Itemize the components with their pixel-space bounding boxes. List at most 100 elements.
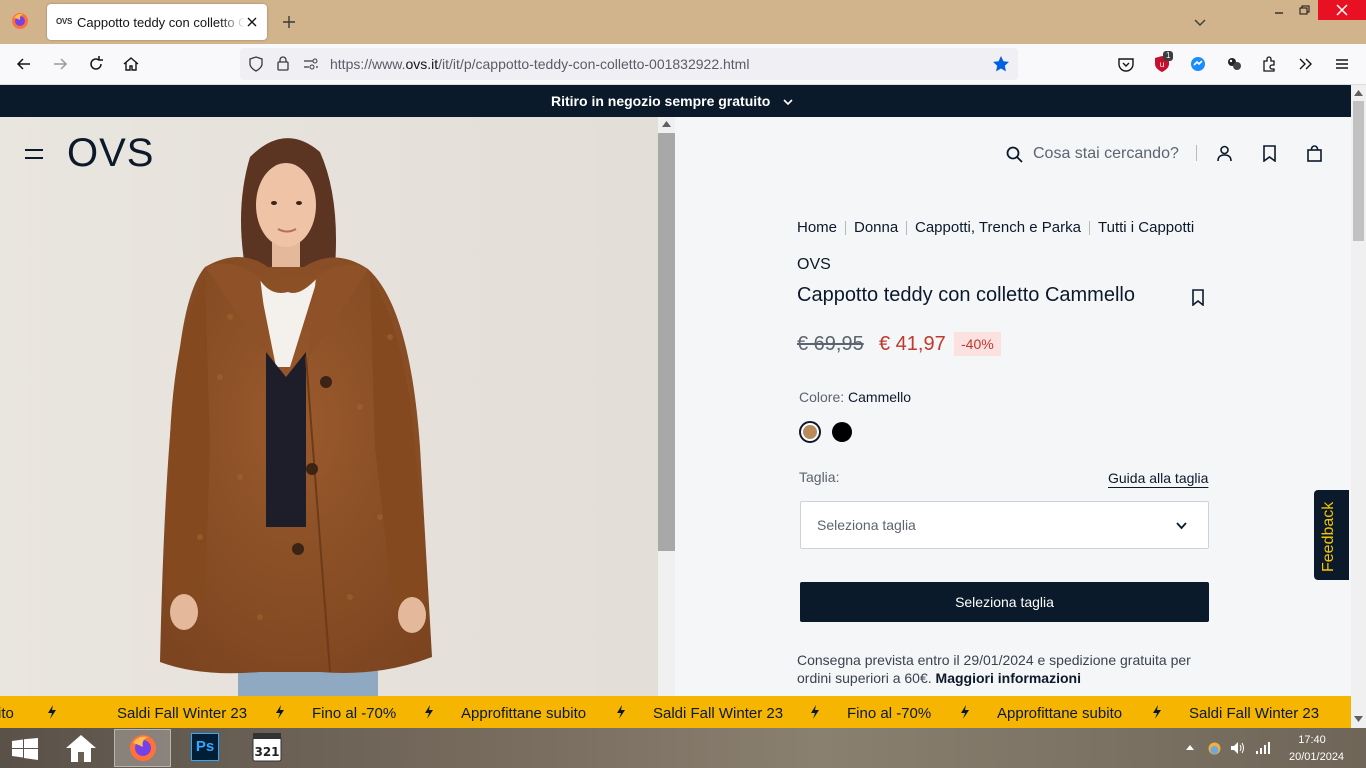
more-tools-chevrons-icon[interactable] [1296, 54, 1316, 74]
ticker-text: Fino al -70% [847, 705, 932, 722]
page-permissions-icon[interactable] [303, 57, 319, 71]
bookmark-star-icon[interactable] [992, 55, 1010, 73]
home-icon[interactable] [121, 54, 141, 74]
lightning-bolt-icon [811, 705, 819, 719]
tray-network-icon[interactable] [1255, 741, 1271, 755]
chevron-down-icon[interactable] [782, 96, 794, 108]
chevron-down-icon [1175, 519, 1188, 532]
ticker-text: ito [0, 705, 14, 722]
sale-ticker-bar[interactable]: ito Saldi Fall Winter 23 Fino al -70% Ap… [0, 696, 1351, 728]
add-to-wishlist-bookmark-icon[interactable] [1191, 289, 1205, 306]
windows-taskbar: Ps 321 17:40 20/01/2024 [0, 728, 1366, 768]
promo-bar[interactable]: Ritiro in negozio sempre gratuito [0, 85, 1351, 117]
ticker-text: Approfittane subito [997, 705, 1123, 722]
breadcrumb-tutti-i-cappotti[interactable]: Tutti i Cappotti [1098, 219, 1194, 236]
image-scrollbar[interactable] [658, 117, 675, 696]
window-restore-icon[interactable] [1296, 3, 1312, 17]
page-scrollbar-thumb[interactable] [1353, 101, 1364, 241]
lightning-bolt-icon [276, 705, 284, 719]
svg-text:u: u [1159, 60, 1164, 69]
breadcrumb-donna[interactable]: Donna [854, 219, 898, 236]
search-icon[interactable] [1006, 146, 1023, 163]
forward-arrow-icon[interactable] [50, 54, 70, 74]
ticker-text: Fino al -70% [312, 705, 397, 722]
taskbar-firefox-icon[interactable] [114, 729, 171, 767]
tab-title: Cappotto teddy con colletto Cammello [77, 15, 245, 30]
delivery-info: Consegna prevista entro il 29/01/2024 e … [797, 652, 1191, 686]
breadcrumb-separator [845, 221, 846, 235]
svg-text:321: 321 [254, 745, 279, 759]
taskbar-media-player-icon[interactable]: 321 [252, 732, 282, 762]
sale-price: € 41,97 [879, 333, 946, 355]
lightning-bolt-icon [48, 705, 56, 719]
lightning-bolt-icon [617, 705, 625, 719]
extensions-puzzle-icon[interactable] [1260, 54, 1280, 74]
wishlist-bookmark-icon[interactable] [1262, 145, 1277, 162]
home-folder-icon[interactable] [64, 732, 98, 764]
image-scrollbar-thumb[interactable] [658, 133, 675, 551]
tray-weather-icon[interactable] [1207, 741, 1222, 756]
lightning-bolt-icon [425, 705, 433, 719]
tray-show-hidden-icon[interactable] [1186, 744, 1194, 750]
size-label: Taglia: [799, 469, 840, 485]
tray-clock-date[interactable]: 20/01/2024 [1289, 751, 1344, 763]
color-label: Colore: Cammello [799, 389, 912, 405]
color-swatch-black[interactable] [832, 422, 852, 442]
firefox-icon[interactable] [11, 12, 29, 30]
tray-clock-time[interactable]: 17:40 [1292, 734, 1332, 746]
new-tab-plus-icon[interactable] [281, 14, 297, 30]
close-tab-icon[interactable] [245, 15, 259, 29]
app-menu-icon[interactable] [1332, 54, 1352, 74]
windows-start-icon[interactable] [12, 738, 38, 760]
breadcrumb-cappotti-trench-parka[interactable]: Cappotti, Trench e Parka [915, 219, 1081, 236]
product-image[interactable] [0, 117, 658, 696]
window-close-button[interactable] [1318, 0, 1366, 20]
translate-extension-icon[interactable] [1188, 54, 1208, 74]
url-bar[interactable]: https://www.ovs.it/it/it/p/cappotto-tedd… [240, 48, 1018, 80]
size-select-placeholder: Seleziona taglia [817, 517, 916, 533]
tray-volume-icon[interactable] [1230, 741, 1246, 755]
lightning-bolt-icon [961, 705, 969, 719]
list-all-tabs-chevron-icon[interactable] [1192, 15, 1208, 31]
hamburger-menu-icon[interactable] [24, 146, 44, 162]
color-swatch-cammello[interactable] [799, 421, 821, 443]
header-divider [1196, 145, 1197, 161]
taskbar-photoshop-icon[interactable]: Ps [191, 733, 219, 761]
page-scrollbar[interactable] [1351, 85, 1366, 728]
ticker-text: Saldi Fall Winter 23 [117, 705, 248, 722]
ticker-text: Saldi Fall Winter 23 [653, 705, 784, 722]
extension-badge: 1 [1163, 51, 1174, 61]
reload-icon[interactable] [86, 54, 106, 74]
delivery-more-info-link[interactable]: Maggiori informazioni [936, 670, 1081, 686]
breadcrumb-separator [906, 221, 907, 235]
size-select-dropdown[interactable]: Seleziona taglia [800, 501, 1209, 549]
lightning-bolt-icon [1153, 705, 1161, 719]
search-input[interactable]: Cosa stai cercando? [1033, 145, 1179, 163]
browser-title-bar: OVS Cappotto teddy con colletto Cammello [0, 0, 1366, 44]
discount-badge: -40% [954, 332, 1001, 356]
product-title: Cappotto teddy con colletto Cammello [797, 284, 1135, 306]
feedback-label: Feedback [1320, 501, 1337, 572]
shopping-bag-icon[interactable] [1306, 145, 1323, 162]
shield-tracking-icon[interactable] [248, 56, 264, 72]
old-price: € 69,95 [797, 333, 864, 355]
pocket-icon[interactable] [1116, 54, 1136, 74]
size-guide-link[interactable]: Guida alla taglia [1108, 470, 1208, 486]
feedback-tab[interactable]: Feedback [1314, 490, 1349, 580]
window-minimize-icon[interactable] [1270, 4, 1288, 18]
lock-icon[interactable] [276, 55, 290, 72]
browser-tab-active[interactable]: OVS Cappotto teddy con colletto Cammello [47, 4, 267, 40]
url-text[interactable]: https://www.ovs.it/it/it/p/cappotto-tedd… [330, 56, 749, 72]
account-user-icon[interactable] [1216, 145, 1233, 162]
site-logo[interactable]: OVS [67, 131, 154, 176]
tab-favicon-icon: OVS [56, 17, 72, 26]
browser-nav-bar: https://www.ovs.it/it/it/p/cappotto-tedd… [0, 44, 1366, 85]
breadcrumb-separator [1089, 221, 1090, 235]
extension-balls-icon[interactable] [1224, 54, 1244, 74]
product-brand: OVS [797, 256, 831, 273]
breadcrumb-home[interactable]: Home [797, 219, 837, 236]
back-arrow-icon[interactable] [14, 54, 34, 74]
color-value: Cammello [848, 389, 912, 405]
select-size-button[interactable]: Seleziona taglia [800, 582, 1209, 622]
ticker-text: Approfittane subito [461, 705, 587, 722]
